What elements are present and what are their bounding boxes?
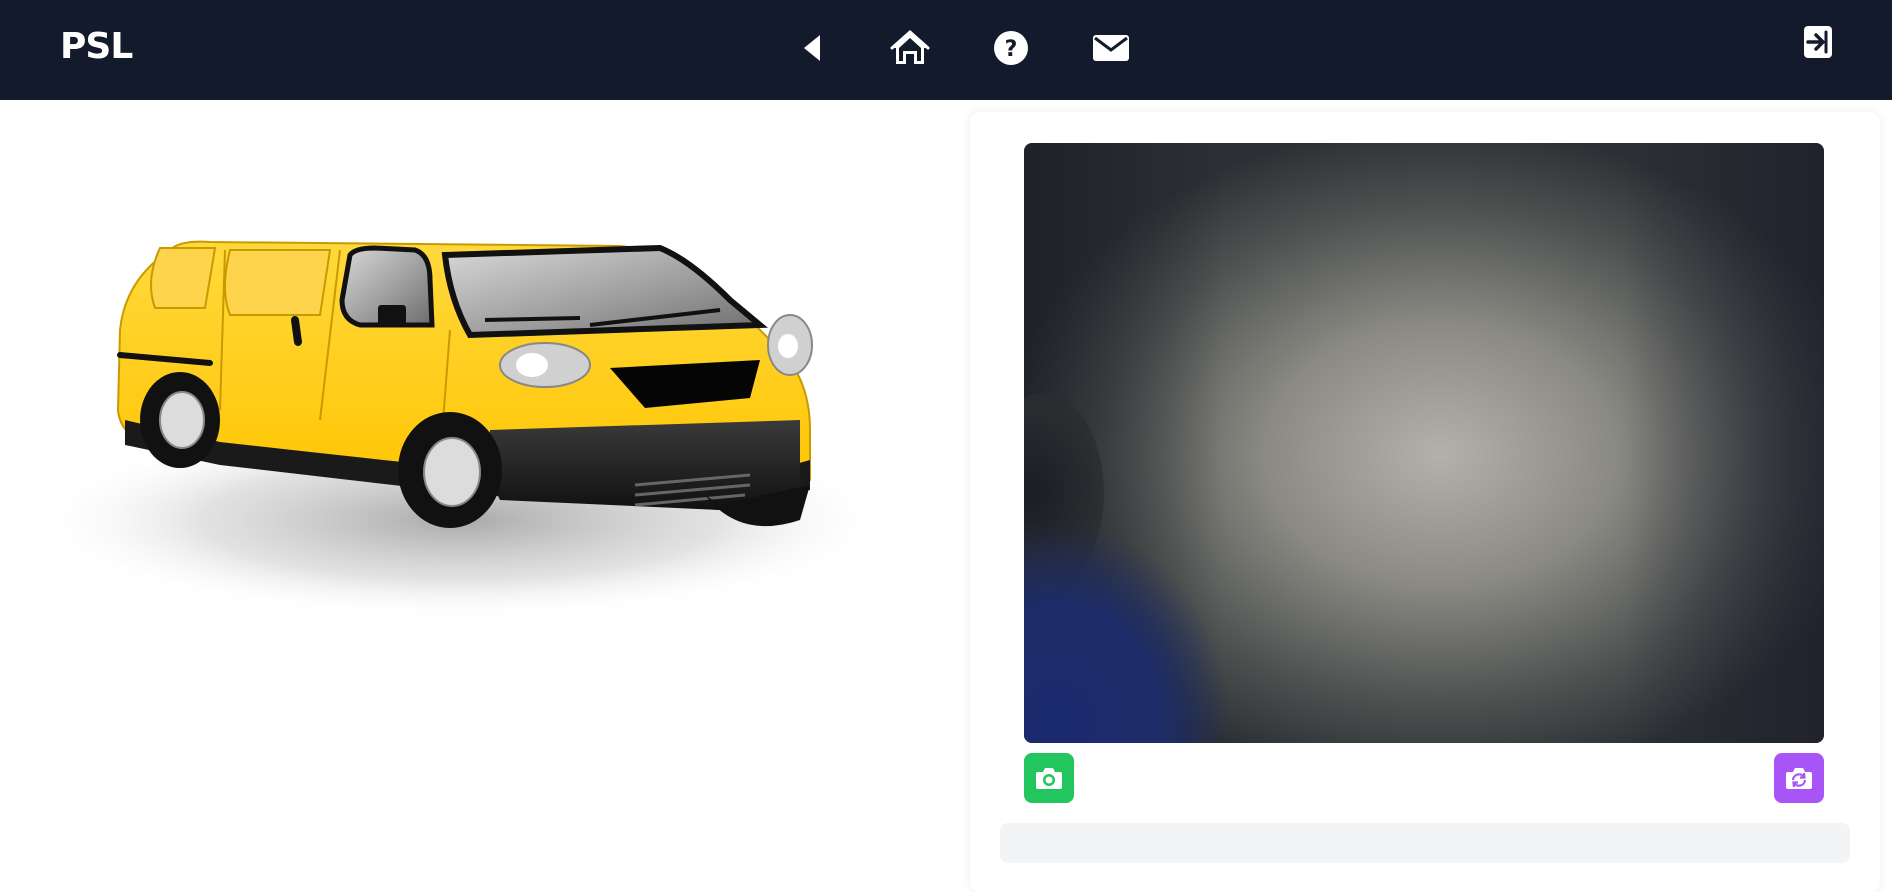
switch-camera-button[interactable] bbox=[1774, 753, 1824, 803]
back-button[interactable] bbox=[790, 26, 834, 70]
home-button[interactable] bbox=[888, 26, 932, 70]
svg-text:?: ? bbox=[1005, 37, 1018, 62]
webcam-video[interactable] bbox=[1024, 143, 1824, 743]
van-illustration bbox=[20, 220, 900, 640]
video-person-shirt bbox=[1024, 403, 1354, 743]
home-icon bbox=[890, 30, 930, 64]
triangle-left-icon bbox=[804, 35, 820, 61]
contact-button[interactable] bbox=[1089, 26, 1133, 70]
camera-switch-icon bbox=[1786, 768, 1812, 789]
top-navbar: PSL ? bbox=[0, 0, 1892, 100]
prediction-output bbox=[1000, 823, 1850, 863]
question-circle-icon: ? bbox=[994, 31, 1028, 65]
envelope-icon bbox=[1093, 35, 1129, 61]
logout-arrow-icon bbox=[1804, 26, 1832, 58]
camera-icon bbox=[1036, 768, 1062, 789]
camera-panel bbox=[970, 112, 1880, 892]
brand-logo[interactable]: PSL bbox=[60, 26, 133, 67]
capture-photo-button[interactable] bbox=[1024, 753, 1074, 803]
logout-button[interactable] bbox=[1796, 20, 1840, 64]
van-image bbox=[30, 240, 890, 620]
help-button[interactable]: ? bbox=[989, 26, 1033, 70]
